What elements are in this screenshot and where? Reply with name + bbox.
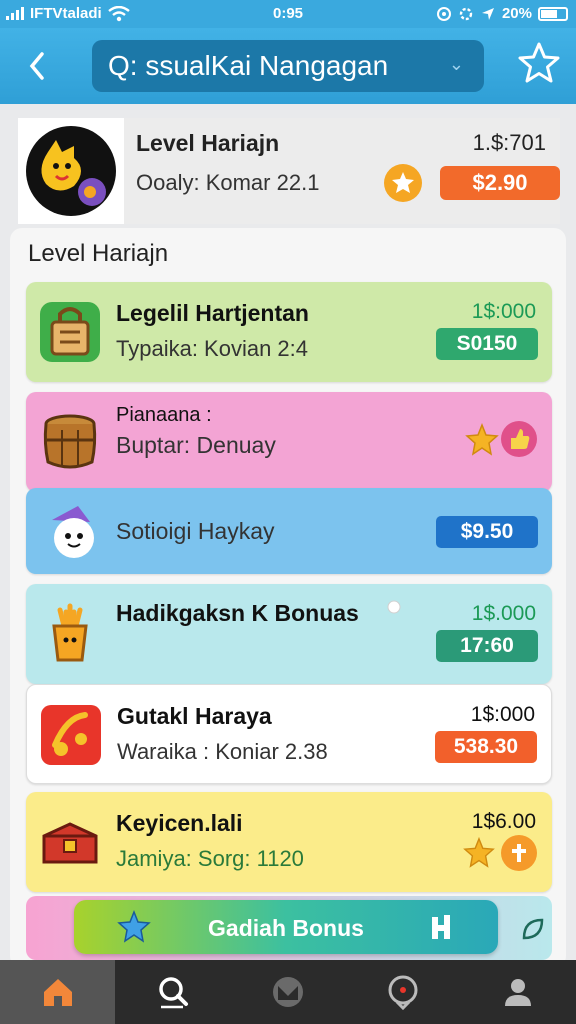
item-subtitle: Buptar: Denuay — [116, 432, 276, 458]
chevron-down-icon[interactable]: ⌄ — [449, 54, 464, 75]
list-item[interactable]: Gutakl Haraya Waraika : Koniar 2.38 1$:0… — [26, 684, 552, 784]
location-icon — [388, 975, 418, 1010]
game-icon — [39, 703, 103, 767]
search-icon — [159, 977, 188, 1009]
ghost-hat-icon — [38, 500, 102, 564]
search-text: Q: ssualKai Nangagan — [108, 50, 389, 81]
app-header: Q: ssualKai Nangagan ⌄ — [0, 28, 576, 104]
bonus-button[interactable]: Gadiah Bonus — [74, 900, 498, 954]
status-bar: IFTVtaladi 0:95 20% — [0, 0, 576, 28]
list-item[interactable]: Keyicen.lali Jamiya: Sorg: 1120 1$6.00 — [26, 792, 552, 892]
card-title: Level Hariajn — [136, 130, 280, 156]
item-price-badge[interactable]: 538.30 — [435, 731, 537, 763]
item-title: Pianaana : — [116, 404, 212, 426]
fries-icon — [38, 602, 102, 666]
star-icon — [465, 422, 499, 456]
list-item[interactable]: Pianaana : Buptar: Denuay — [26, 392, 552, 492]
item-subtitle: Jamiya: Sorg: 1120 — [116, 846, 304, 871]
item-price-badge[interactable]: 17:60 — [436, 630, 538, 662]
battery-percent: 20% — [501, 5, 532, 22]
coin-star-icon — [384, 164, 422, 202]
search-input[interactable]: Q: ssualKai Nangagan ⌄ — [92, 40, 484, 92]
item-price: 1$.000 — [471, 602, 536, 625]
item-title: Gutakl Haraya — [117, 703, 272, 729]
card-subtitle: Ooaly: Komar 22.1 — [136, 170, 320, 195]
favorite-button[interactable] — [516, 40, 562, 86]
item-price: 1$6.00 — [471, 810, 536, 833]
nav-search[interactable] — [115, 960, 230, 1024]
card-price: 1.$:701 — [472, 130, 546, 155]
star-icon — [518, 42, 560, 83]
status-time: 0:95 — [272, 5, 304, 22]
item-price-badge[interactable]: $9.50 — [436, 516, 538, 548]
location-arrow-icon — [481, 7, 494, 20]
lock-icon — [38, 300, 102, 364]
item-price: 1$:000 — [470, 703, 535, 726]
leaf-icon — [522, 918, 544, 940]
home-icon — [44, 979, 72, 1006]
item-title: Legelil Hartjentan — [116, 300, 309, 326]
settings-icon — [459, 7, 473, 20]
item-subtitle: Waraika : Koniar 2.38 — [117, 739, 328, 764]
nav-profile[interactable] — [460, 960, 576, 1024]
profile-icon — [505, 979, 531, 1006]
list-item[interactable]: Legelil Hartjentan Typaika: Kovian 2:4 1… — [26, 282, 552, 382]
barrel-icon — [38, 410, 102, 474]
list-item[interactable]: Hadikgaksn K Bonuas 1$.000 17:60 — [26, 584, 552, 684]
item-price: 1$:000 — [471, 300, 536, 323]
nav-map[interactable] — [230, 960, 345, 1024]
back-button[interactable] — [22, 46, 54, 86]
avatar — [18, 118, 124, 224]
panel-title: Level Hariajn — [28, 240, 169, 267]
card-price-badge[interactable]: $2.90 — [440, 166, 560, 200]
alarm-icon — [436, 6, 451, 21]
bulb-icon — [387, 600, 401, 614]
chevron-left-icon — [29, 52, 44, 80]
gift-icon — [432, 915, 450, 939]
plus-icon[interactable] — [500, 834, 538, 872]
item-title: Keyicen.lali — [116, 810, 243, 836]
item-price-badge[interactable]: S0150 — [436, 328, 538, 360]
nav-home[interactable] — [0, 960, 115, 1024]
map-icon — [273, 977, 303, 1007]
mascot-icon — [41, 140, 106, 206]
battery-icon — [538, 6, 568, 21]
top-level-card[interactable]: Level Hariajn Ooaly: Komar 22.1 1.$:701 … — [18, 118, 560, 224]
list-item[interactable]: Sotioigi Haykay $9.50 — [26, 488, 552, 574]
item-subtitle: Typaika: Kovian 2:4 — [116, 336, 309, 361]
treasure-chest-icon — [38, 810, 102, 874]
item-label: Sotioigi Haykay — [116, 518, 275, 544]
item-title: Hadikgaksn K Bonuas — [116, 600, 359, 626]
star-icon — [463, 836, 495, 868]
bottom-nav — [0, 960, 576, 1024]
nav-location[interactable] — [345, 960, 460, 1024]
thumbs-up-icon[interactable] — [500, 420, 538, 458]
